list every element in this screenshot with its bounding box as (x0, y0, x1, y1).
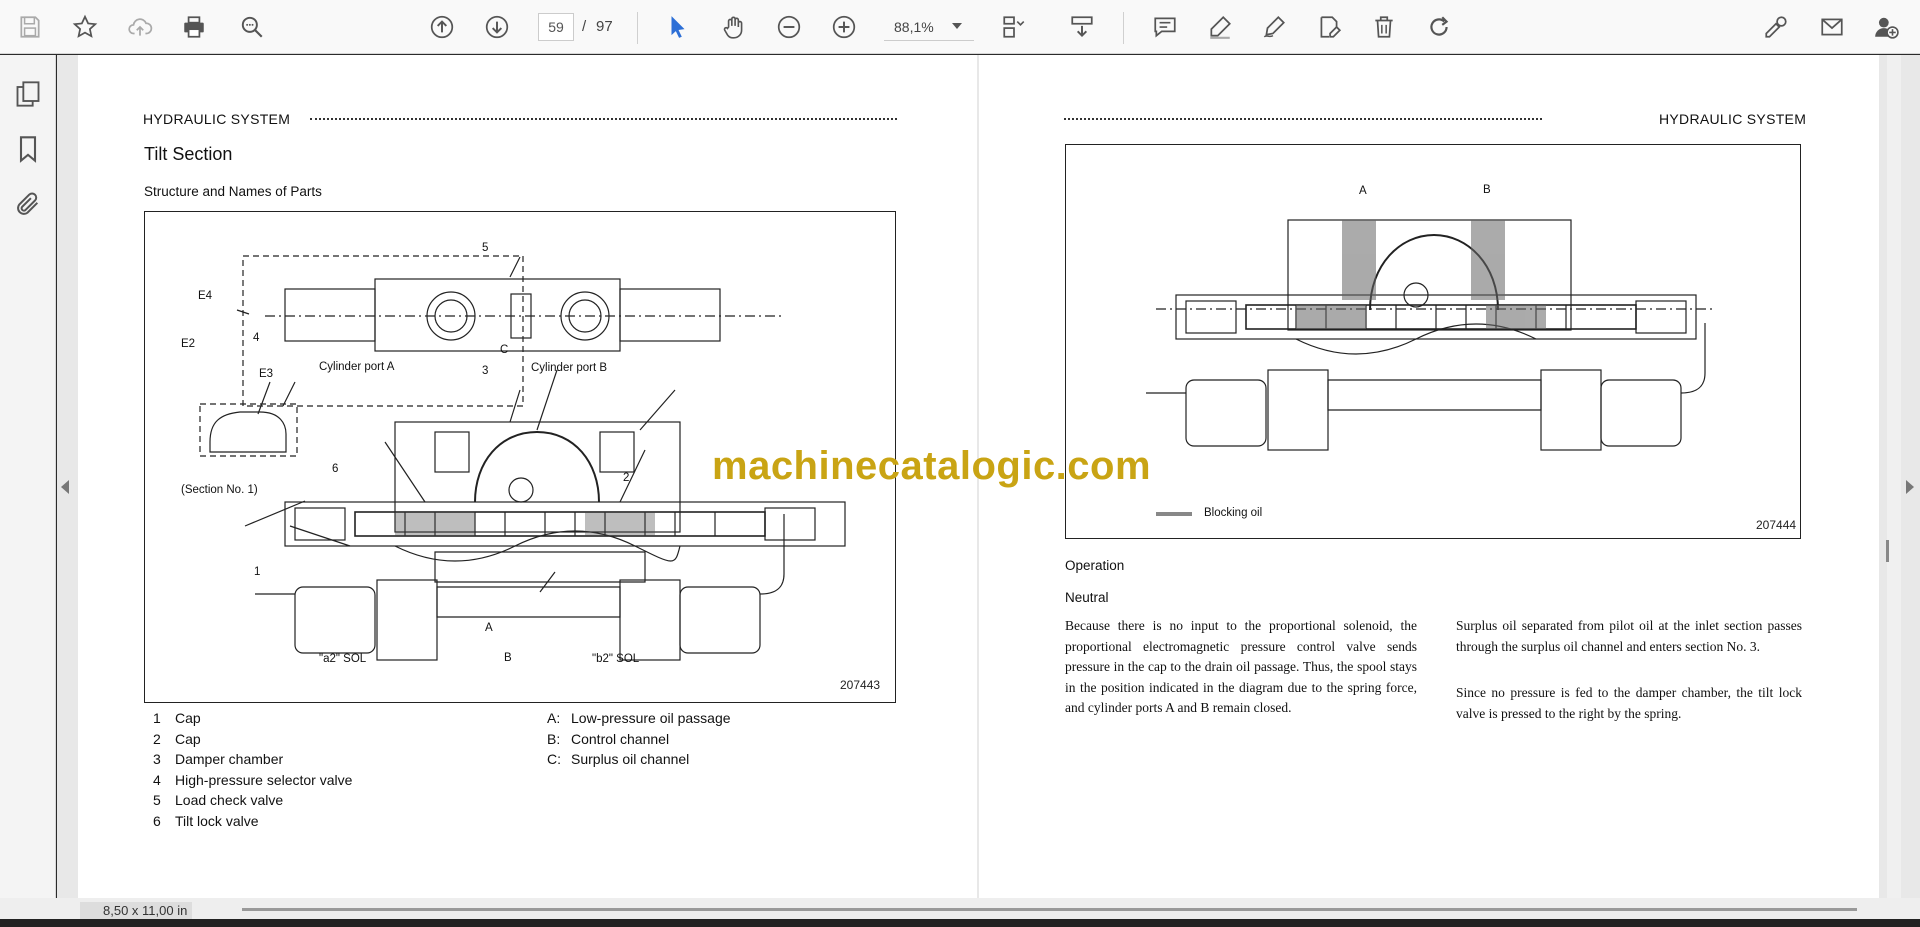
label-a2-sol: "a2" SOL (319, 653, 367, 665)
chevron-down-icon[interactable] (952, 23, 962, 29)
draw-tool-icon[interactable] (1256, 9, 1292, 45)
neutral-state-drawing (1146, 219, 1716, 516)
page-header: HYDRAULIC SYSTEM (143, 111, 291, 127)
previous-page-icon[interactable] (424, 9, 460, 45)
label-6: 6 (332, 463, 339, 475)
legend-item: C: Surplus oil channel (547, 751, 690, 767)
header-rule (310, 118, 897, 120)
body-paragraph: Since no pressure is fed to the damper c… (1456, 685, 1802, 721)
label-4: 4 (253, 332, 260, 344)
legend-item: 1 Cap (153, 710, 201, 726)
page-header: HYDRAULIC SYSTEM (1659, 111, 1807, 127)
attachment-paperclip-icon[interactable] (10, 186, 46, 222)
label-b2-sol: "b2" SOL (592, 653, 640, 665)
label-2: 2 (623, 472, 630, 484)
redo-icon[interactable] (1421, 9, 1457, 45)
body-paragraph: Because there is no input to the proport… (1065, 618, 1417, 715)
collapse-left-panel-icon[interactable] (61, 480, 69, 494)
body-paragraph: Surplus oil separated from pilot oil at … (1456, 618, 1802, 654)
collapse-right-panel-icon[interactable] (1906, 480, 1914, 494)
label-5: 5 (482, 242, 489, 254)
navigation-rail (0, 55, 56, 905)
page-thumbnails-icon[interactable] (10, 76, 46, 112)
current-page-input[interactable]: 59 (538, 13, 574, 41)
scrollbar-thumb[interactable] (1886, 540, 1889, 562)
email-icon[interactable] (1814, 9, 1850, 45)
label-b: B (1483, 184, 1491, 196)
cloud-upload-icon[interactable] (122, 9, 158, 45)
select-cursor-icon[interactable] (660, 9, 696, 45)
bookmark-star-icon[interactable] (67, 9, 103, 45)
page-size-indicator: 8,50 x 11,00 in (80, 902, 192, 919)
label-e2: E2 (181, 338, 196, 350)
toolbar-divider (637, 12, 638, 44)
label-a: A (1359, 185, 1367, 197)
window-bottom-edge (0, 919, 1920, 927)
vertical-scrollbar[interactable] (1887, 55, 1901, 905)
operation-heading: Operation (1065, 558, 1125, 573)
label-section-no-1: (Section No. 1) (181, 484, 258, 496)
label-e4: E4 (198, 290, 213, 302)
legend-item: 3 Damper chamber (153, 751, 284, 767)
figure-number: 207444 (1756, 518, 1797, 532)
section-title: Tilt Section (144, 144, 233, 164)
delete-trash-icon[interactable] (1366, 9, 1402, 45)
subsection-title: Structure and Names of Parts (144, 184, 322, 199)
zoom-in-icon[interactable] (826, 9, 862, 45)
label-b: B (504, 652, 512, 664)
legend-item: B: Control channel (547, 731, 670, 747)
label-1: 1 (254, 566, 261, 578)
page-layout-icon[interactable] (996, 9, 1032, 45)
neutral-heading: Neutral (1065, 590, 1109, 605)
label-blocking-oil: Blocking oil (1204, 507, 1263, 519)
toolbar-divider (1123, 12, 1124, 44)
hand-tool-icon[interactable] (716, 9, 752, 45)
horizontal-scrollbar[interactable] (242, 908, 1857, 911)
bookmark-icon[interactable] (10, 131, 46, 167)
find-zoom-icon[interactable] (234, 9, 270, 45)
print-icon[interactable] (176, 9, 212, 45)
legend-item: 2 Cap (153, 731, 201, 747)
save-icon[interactable] (12, 9, 48, 45)
label-cylinder-port-a: Cylinder port A (319, 361, 395, 373)
main-toolbar: 59 / 97 88,1% (0, 0, 1920, 54)
operation-diagram-figure: A B Blocking oil 207444 (1065, 144, 1801, 539)
label-c: C (500, 344, 509, 356)
figure-number: 207443 (840, 678, 881, 692)
legend-item: 5 Load check valve (153, 792, 284, 808)
comment-icon[interactable] (1147, 9, 1183, 45)
zoom-out-icon[interactable] (771, 9, 807, 45)
legend-item: A: Low-pressure oil passage (547, 710, 731, 726)
edit-text-icon[interactable] (1311, 9, 1347, 45)
legend-item: 6 Tilt lock valve (153, 813, 259, 829)
add-user-icon[interactable] (1868, 9, 1904, 45)
sign-document-icon[interactable] (1758, 9, 1794, 45)
legend-item: 4 High-pressure selector valve (153, 772, 353, 788)
page-separator: / (582, 18, 587, 35)
label-e3: E3 (259, 368, 274, 380)
label-a: A (485, 622, 493, 634)
highlight-pen-icon[interactable] (1202, 9, 1238, 45)
watermark: machinecatalogic.com (712, 444, 1152, 488)
label-3: 3 (482, 365, 489, 377)
label-cylinder-port-b: Cylinder port B (531, 362, 608, 374)
header-rule (1064, 118, 1542, 120)
next-page-icon[interactable] (479, 9, 515, 45)
scroll-mode-icon[interactable] (1064, 9, 1100, 45)
total-pages: 97 (596, 18, 613, 35)
